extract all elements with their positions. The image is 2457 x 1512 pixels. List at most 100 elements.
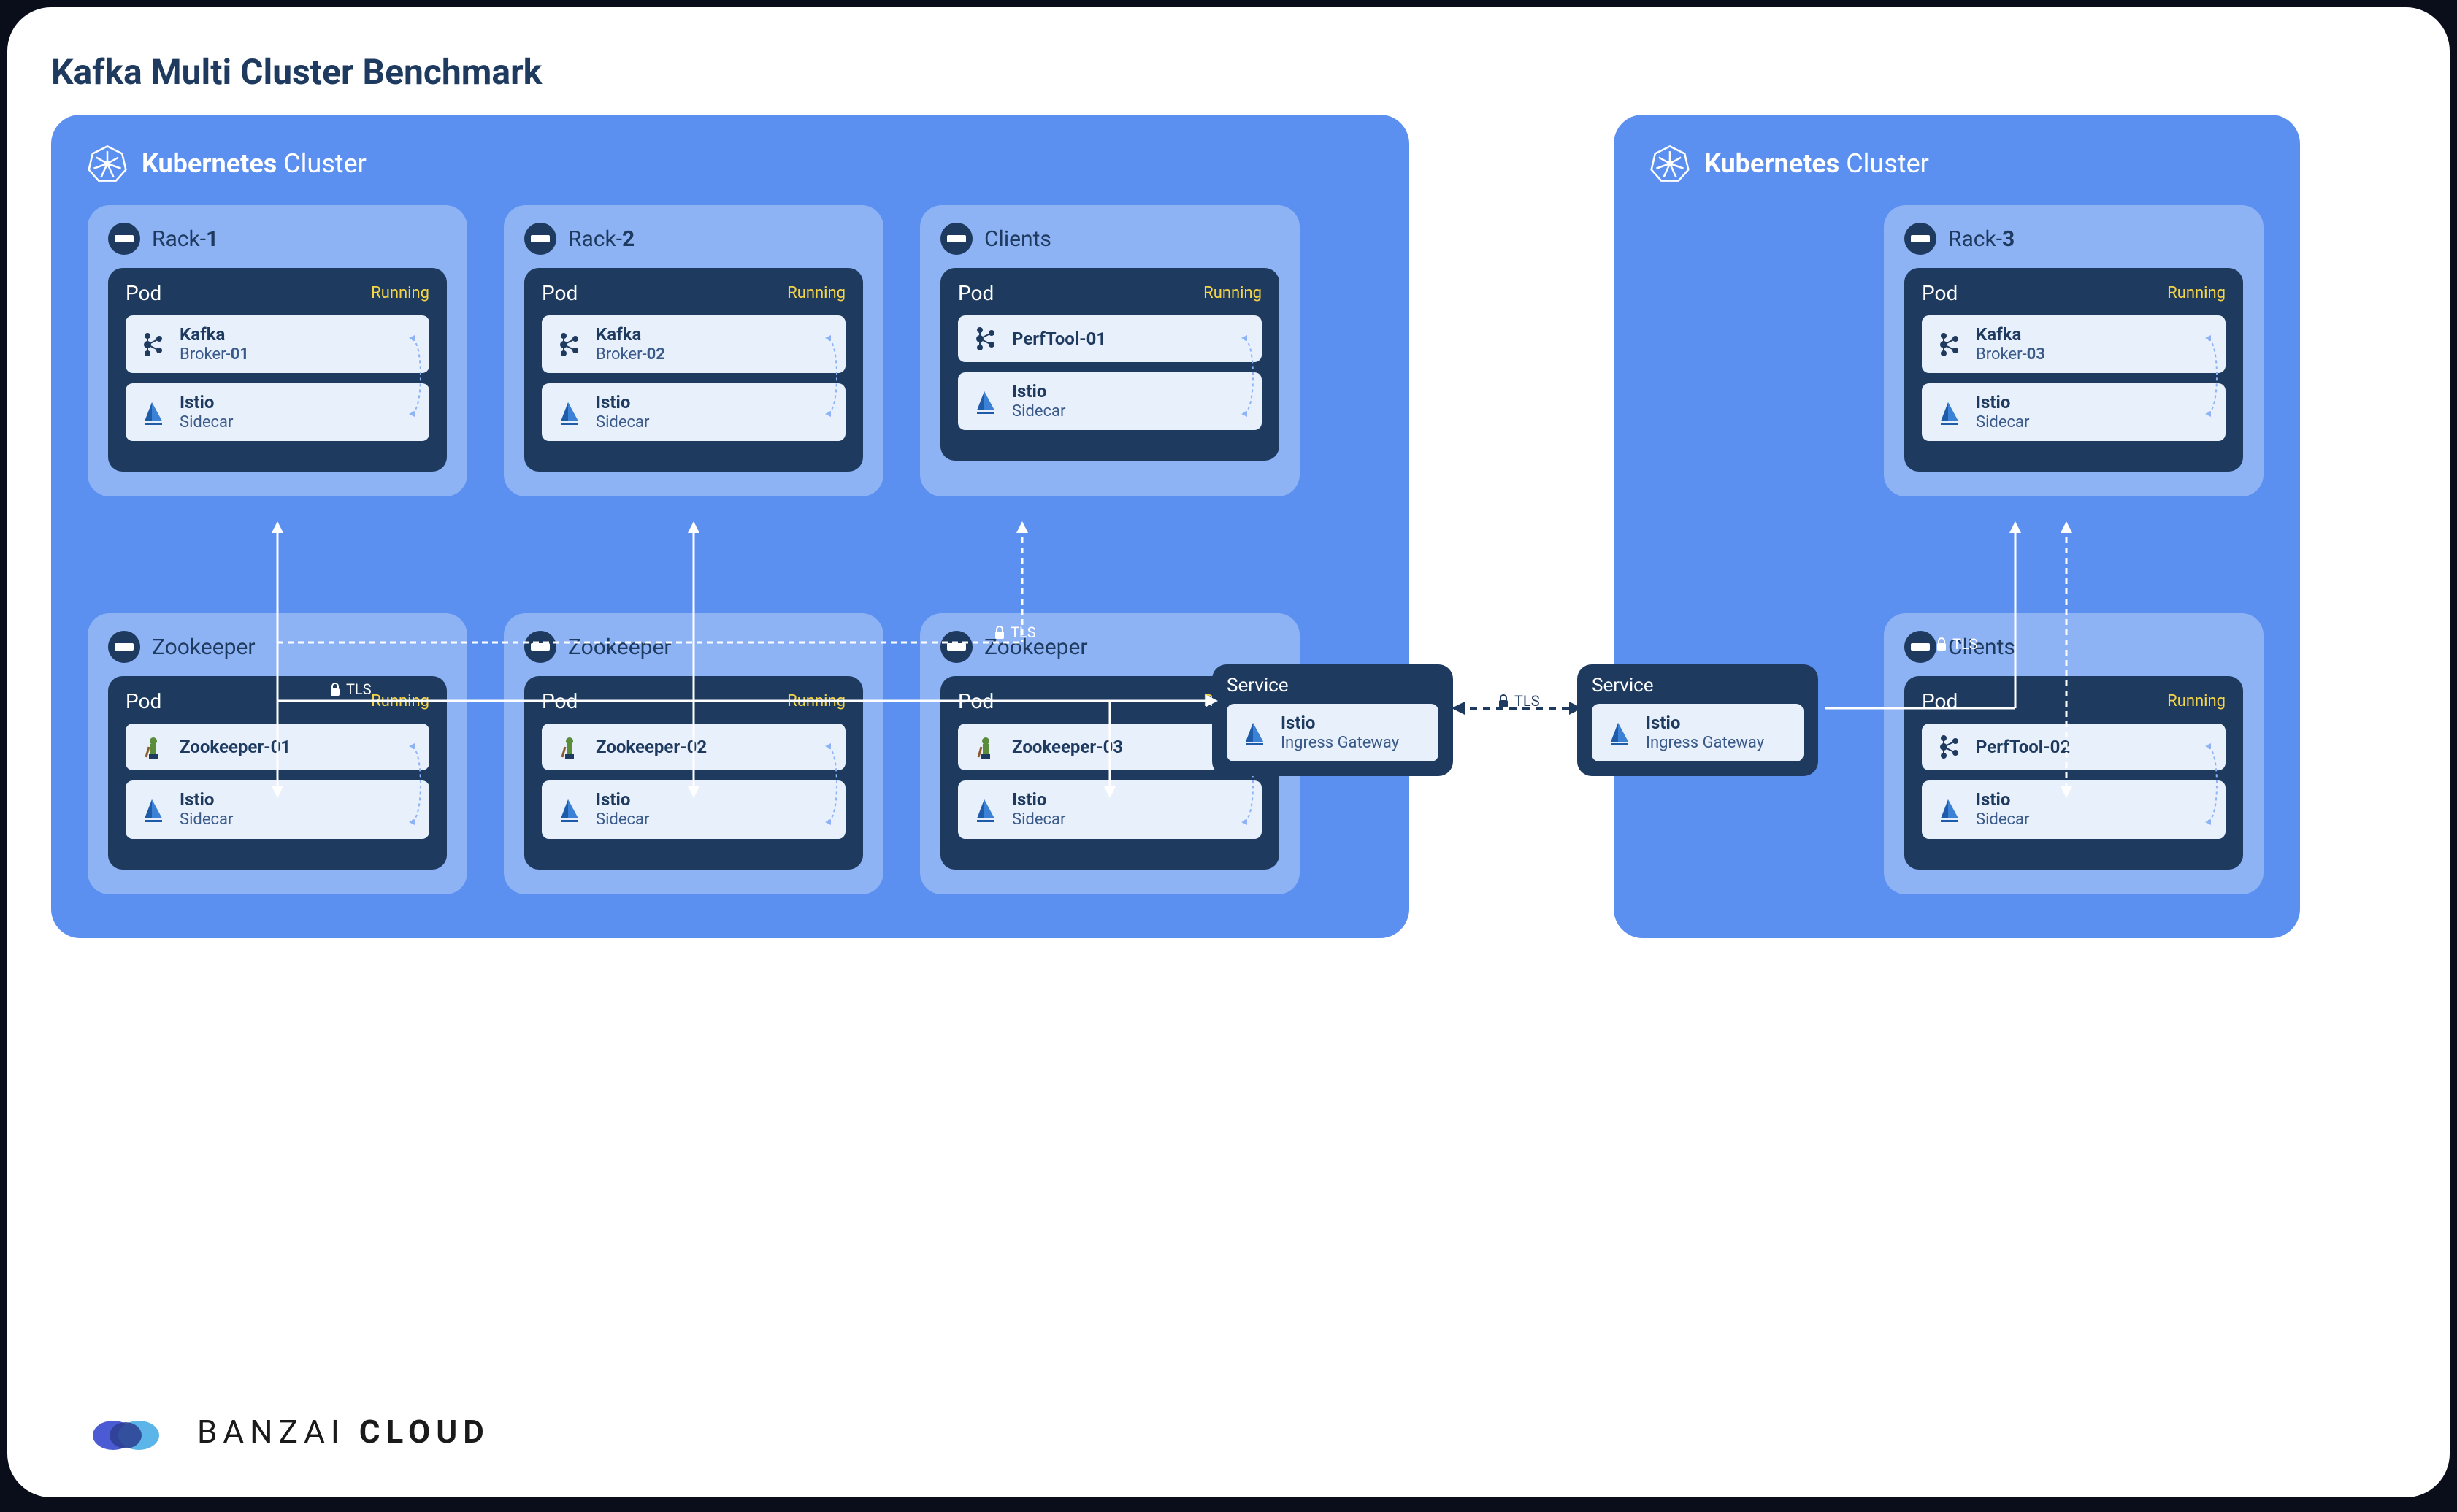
clients-right-pod-header: Pod Running xyxy=(1922,689,2226,713)
lock-icon xyxy=(1497,694,1510,708)
cluster-title-left: Kubernetes Cluster xyxy=(142,148,367,179)
server-icon xyxy=(108,223,140,255)
istio-ingress-gateway-right-labels: Istio Ingress Gateway xyxy=(1646,713,1764,753)
banzai-cloud-logo: BANZAI CLOUD xyxy=(88,1410,490,1454)
zookeeper-01-labels: Zookeeper-01 xyxy=(180,737,291,758)
clients-left-header: Clients xyxy=(940,223,1279,255)
pod-internal-connector xyxy=(409,733,426,835)
rack-2-pod-header: Pod Running xyxy=(542,281,846,305)
istio-sidecar-clients-right-labels: Istio Sidecar xyxy=(1976,789,2029,829)
lock-icon xyxy=(1935,637,1948,651)
clusters-row: Kubernetes Cluster Rack-1 Pod xyxy=(51,115,2406,938)
pod-label: Pod xyxy=(1922,689,1958,713)
pod-internal-connector xyxy=(1241,325,1259,427)
rack-2: Rack-2 Pod Running xyxy=(504,205,883,496)
pod-internal-connector xyxy=(2205,733,2223,835)
pod-status: Running xyxy=(2167,284,2226,302)
zookeeper-rack-1-header: Zookeeper xyxy=(108,631,447,663)
istio-icon xyxy=(1935,795,1964,824)
zookeeper-rack-1-pod: Pod Running Zookeeper-01 xyxy=(108,676,447,869)
istio-icon xyxy=(139,398,168,427)
kafka-icon xyxy=(1935,330,1964,359)
kubernetes-icon xyxy=(88,144,127,183)
zookeeper-icon xyxy=(139,732,168,761)
istio-sidecar-rack2: Istio Sidecar xyxy=(542,383,846,441)
perftool-02-labels: PerfTool-02 xyxy=(1976,737,2070,758)
rack-2-label: Rack-2 xyxy=(568,226,635,252)
zookeeper-rack-2-label: Zookeeper xyxy=(568,634,672,660)
banzai-cloud-logo-mark xyxy=(88,1410,175,1454)
zookeeper-01: Zookeeper-01 xyxy=(126,724,429,770)
rack-row-bottom-left: Zookeeper Pod Running xyxy=(88,613,1373,894)
zookeeper-rack-3-header: Zookeeper xyxy=(940,631,1279,663)
zookeeper-03-labels: Zookeeper-03 xyxy=(1012,737,1123,758)
tls-label-right-cluster: TLS xyxy=(1935,635,1978,653)
service-label-left: Service xyxy=(1227,675,1438,696)
istio-sidecar-rack2-labels: Istio Sidecar xyxy=(596,392,649,432)
perftool-02: PerfTool-02 xyxy=(1922,724,2226,770)
istio-icon xyxy=(555,398,584,427)
rack-3-header: Rack-3 xyxy=(1904,223,2243,255)
istio-icon xyxy=(555,795,584,824)
istio-ingress-gateway-right: Istio Ingress Gateway xyxy=(1592,704,1804,761)
kafka-broker-02-labels: Kafka Broker-02 xyxy=(596,324,665,364)
istio-ingress-gateway-left: Istio Ingress Gateway xyxy=(1227,704,1438,761)
pod-label: Pod xyxy=(126,689,161,713)
istio-icon xyxy=(1240,718,1269,748)
zookeeper-rack-2-pod: Pod Running Zookeeper-02 xyxy=(524,676,863,869)
pod-internal-connector xyxy=(825,733,843,835)
istio-sidecar-rack3: Istio Sidecar xyxy=(1922,383,2226,441)
lock-icon xyxy=(329,682,342,696)
rack-3: Rack-3 Pod Running Kafka xyxy=(1884,205,2264,496)
rack-1-header: Rack-1 xyxy=(108,223,447,255)
pod-internal-connector xyxy=(825,325,843,427)
pod-internal-connector xyxy=(2205,325,2223,427)
istio-sidecar-rack3-labels: Istio Sidecar xyxy=(1976,392,2029,432)
istio-sidecar-zk1: Istio Sidecar xyxy=(126,780,429,838)
pod-status: Running xyxy=(371,284,429,302)
server-icon xyxy=(940,631,973,663)
zookeeper-rack-2: Zookeeper Pod Running xyxy=(504,613,883,894)
banzai-cloud-logo-text: BANZAI CLOUD xyxy=(197,1413,490,1451)
server-icon xyxy=(1904,223,1936,255)
server-icon xyxy=(1904,631,1936,663)
pod-label: Pod xyxy=(958,689,994,713)
zookeeper-02-labels: Zookeeper-02 xyxy=(596,737,707,758)
kafka-broker-01-labels: Kafka Broker-01 xyxy=(180,324,249,364)
clients-right: Clients Pod Running PerfTool-02 xyxy=(1884,613,2264,894)
rack-2-pod: Pod Running Kafka Broker-02 xyxy=(524,268,863,472)
server-icon xyxy=(940,223,973,255)
cluster-header-left: Kubernetes Cluster xyxy=(88,144,1373,183)
zookeeper-rack-2-header: Zookeeper xyxy=(524,631,863,663)
lock-icon xyxy=(993,625,1006,640)
rack-row-top-left: Rack-1 Pod Running xyxy=(88,205,1373,496)
pod-status: Running xyxy=(1203,284,1262,302)
istio-icon xyxy=(1605,718,1634,748)
service-label-right: Service xyxy=(1592,675,1804,696)
kafka-broker-03-labels: Kafka Broker-03 xyxy=(1976,324,2045,364)
pod-status: Running xyxy=(787,692,846,710)
rack-1-pod-header: Pod Running xyxy=(126,281,429,305)
perftool-01: PerfTool-01 xyxy=(958,315,1262,362)
rack-1-pod: Pod Running Kafka Broker-01 xyxy=(108,268,447,472)
pod-label: Pod xyxy=(126,281,161,305)
pod-label: Pod xyxy=(542,281,578,305)
kubernetes-cluster-left: Kubernetes Cluster Rack-1 Pod xyxy=(51,115,1409,938)
istio-ingress-gateway-left-labels: Istio Ingress Gateway xyxy=(1281,713,1399,753)
cluster-body-left: Rack-1 Pod Running xyxy=(88,205,1373,894)
clients-right-pod: Pod Running PerfTool-02 xyxy=(1904,676,2243,869)
clients-left-label: Clients xyxy=(984,226,1051,252)
pod-label: Pod xyxy=(542,689,578,713)
kafka-icon xyxy=(139,330,168,359)
istio-sidecar-zk3-labels: Istio Sidecar xyxy=(1012,789,1065,829)
istio-sidecar-clients-left-labels: Istio Sidecar xyxy=(1012,381,1065,421)
rack-2-header: Rack-2 xyxy=(524,223,863,255)
istio-icon xyxy=(139,795,168,824)
service-istio-ingress-left: Service Istio Ingress Gateway xyxy=(1212,664,1453,776)
diagram-title: Kafka Multi Cluster Benchmark xyxy=(51,51,2406,93)
clients-left-pod-header: Pod Running xyxy=(958,281,1262,305)
kafka-icon xyxy=(555,330,584,359)
server-icon xyxy=(108,631,140,663)
rack-3-label: Rack-3 xyxy=(1948,226,2015,252)
kubernetes-cluster-right: Kubernetes Cluster Rack-3 Pod Running xyxy=(1614,115,2300,938)
